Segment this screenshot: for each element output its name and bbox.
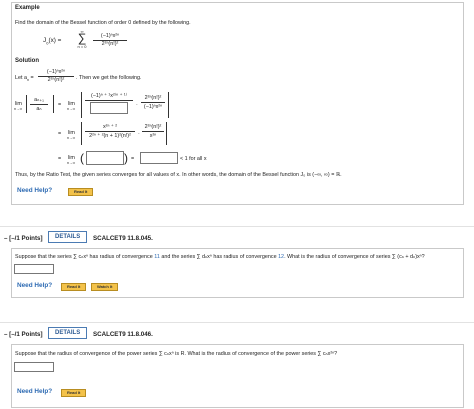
limit-value-box[interactable] — [140, 152, 178, 164]
step1-answer-box[interactable] — [90, 102, 128, 114]
solution-heading: Solution — [15, 58, 39, 64]
let-numerator: (−1)ⁿx²ⁿ — [46, 69, 66, 75]
divider — [0, 226, 474, 227]
fraction-bar — [30, 104, 48, 105]
question-panel: Suppose that the series ∑ cₙxⁿ has radiu… — [11, 248, 464, 298]
lim-under: n→∞ — [14, 107, 23, 111]
need-help-label: Need Help? — [17, 282, 53, 289]
example-panel: Example Find the domain of the Bessel fu… — [11, 2, 464, 205]
example-prompt: Find the domain of the Bessel function o… — [15, 20, 191, 26]
need-help-label: Need Help? — [17, 187, 53, 194]
equals-sign: = — [131, 156, 135, 162]
lim-under: n→∞ — [67, 161, 76, 165]
read-it-button[interactable]: Read It — [68, 188, 94, 196]
lim-under: n→∞ — [67, 107, 76, 111]
points-label: – [–/1 Points] — [4, 235, 43, 242]
open-paren: ( — [80, 151, 84, 165]
step2-right-denominator: x²ⁿ — [149, 133, 157, 139]
dot-operator: · — [136, 102, 138, 108]
points-label: – [–/1 Points] — [4, 331, 43, 338]
equals-sign: = — [58, 131, 62, 137]
dot-operator: · — [138, 131, 140, 137]
close-paren: ) — [124, 151, 128, 165]
equals-sign: = — [58, 102, 62, 108]
ratio-numerator: aₙ₊₁ — [34, 97, 44, 103]
equals-sign: = — [58, 156, 62, 162]
step2-denominator: 2²ⁿ ⁺ ²(n + 1)²(n!)² — [89, 133, 131, 139]
step3-tail: < 1 for all x — [180, 156, 207, 162]
fraction-bar — [85, 100, 133, 101]
example-heading: Example — [15, 5, 40, 11]
step3-answer-box[interactable] — [86, 151, 124, 165]
step1-right-denominator: (−1)ⁿx²ⁿ — [143, 104, 163, 110]
conclusion-text: Thus, by the Ratio Test, the given serie… — [15, 172, 342, 178]
fraction-bar — [141, 102, 165, 103]
need-help-label: Need Help? — [17, 388, 53, 395]
sigma-icon: ∑ — [77, 31, 87, 45]
answer-input[interactable] — [14, 264, 54, 274]
details-button[interactable]: DETAILS — [48, 231, 88, 243]
watch-it-button[interactable]: Watch It — [91, 283, 119, 291]
step2-right-numerator: 2²ⁿ(n!)² — [144, 124, 162, 130]
bessel-denominator: 2²ⁿ(n!)² — [101, 41, 119, 47]
let-denominator: 2²ⁿ(n!)² — [47, 77, 65, 83]
problem-code: SCALCET9 11.8.045. — [93, 235, 153, 242]
bessel-numerator: (−1)ⁿx²ⁿ — [100, 33, 120, 39]
step1-right-numerator: 2²ⁿ(n!)² — [144, 95, 162, 101]
details-button[interactable]: DETAILS — [48, 327, 88, 339]
sum-bottom: n = 0 — [77, 44, 87, 49]
bessel-lhs: J0(x) = — [43, 37, 62, 46]
divider — [0, 322, 474, 323]
step2-numerator: x²ⁿ ⁺ ² — [102, 124, 118, 130]
question-panel: Suppose that the radius of convergence o… — [11, 344, 464, 408]
read-it-button[interactable]: Read It — [61, 389, 87, 397]
question-text: Suppose that the radius of convergence o… — [15, 351, 338, 357]
answer-input[interactable] — [14, 362, 54, 372]
let-label: Let an = — [15, 75, 34, 83]
let-suffix: . Then we get the following. — [76, 75, 142, 81]
fraction-bar — [142, 131, 164, 132]
step1-numerator: (−1)ⁿ ⁺ ¹x²⁽ⁿ ⁺ ¹⁾ — [90, 93, 128, 99]
read-it-button[interactable]: Read It — [61, 283, 87, 291]
question-text: Suppose that the series ∑ cₙxⁿ has radiu… — [15, 254, 425, 260]
problem-code: SCALCET9 11.8.046. — [93, 331, 153, 338]
lim-under: n→∞ — [67, 136, 76, 140]
fraction-bar — [85, 131, 135, 132]
ratio-denominator: aₙ — [36, 106, 42, 112]
